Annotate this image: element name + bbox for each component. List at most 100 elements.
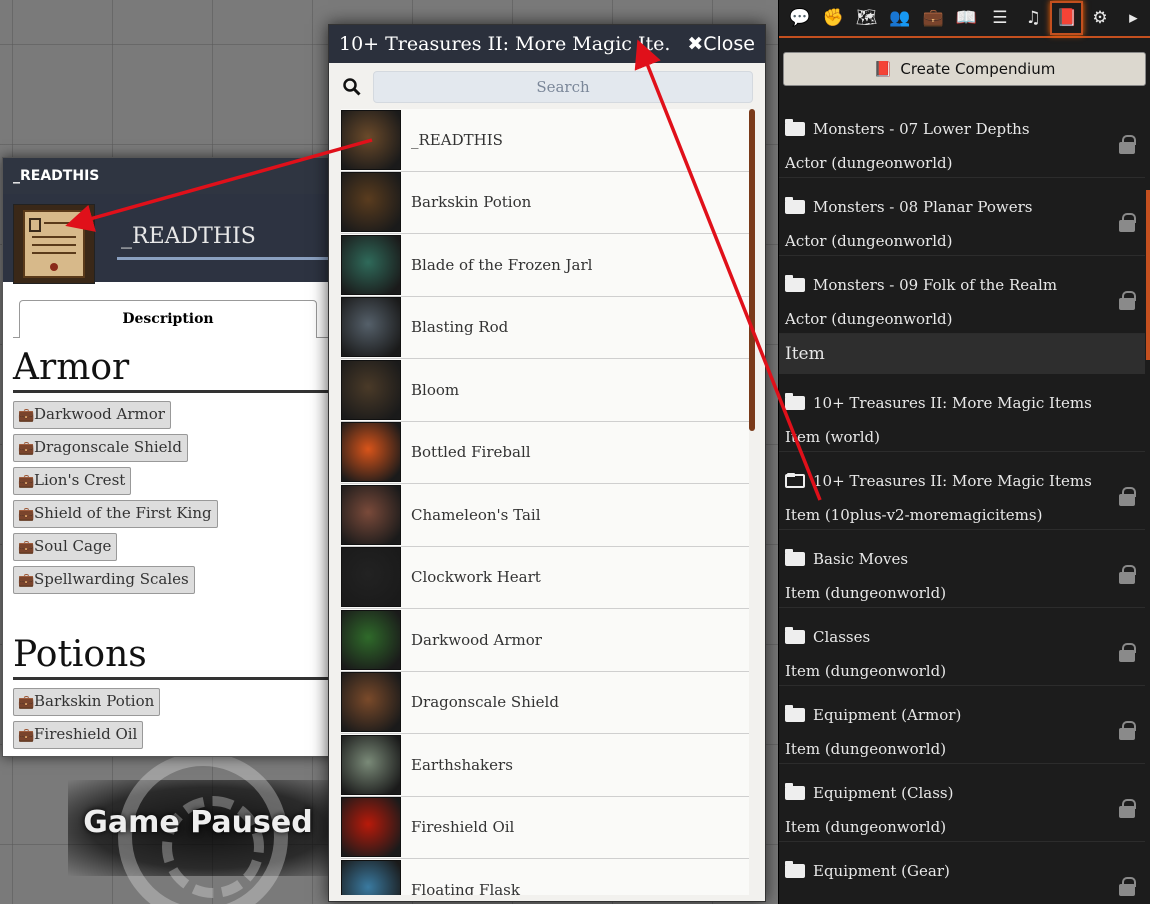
item-link-row: 💼Soul Cage bbox=[13, 531, 331, 564]
entry-thumbnail bbox=[341, 359, 401, 420]
compendium-pack-list: Monsters - 07 Lower Depths Actor (dungeon… bbox=[779, 100, 1145, 904]
suitcase-icon: 💼 bbox=[18, 695, 35, 710]
item-sheet-tabs: Description bbox=[13, 300, 331, 338]
scenes-tab[interactable]: 🗺 bbox=[850, 1, 883, 35]
compendium-entry[interactable]: Chameleon's Tail bbox=[341, 484, 749, 547]
entry-thumbnail bbox=[341, 109, 401, 170]
lock-icon[interactable] bbox=[1119, 721, 1136, 740]
actors-tab[interactable]: 👥 bbox=[883, 1, 916, 35]
suitcase-icon: 💼 bbox=[18, 408, 35, 423]
compendium-entry[interactable]: Darkwood Armor bbox=[341, 609, 749, 672]
compendium-pack[interactable]: Equipment (Gear) bbox=[779, 842, 1145, 904]
potion-item-list: 💼Barkskin Potion 💼Fireshield Oil bbox=[13, 686, 331, 752]
lock-icon[interactable] bbox=[1119, 291, 1136, 310]
journal-tab[interactable]: 📖 bbox=[950, 1, 983, 35]
item-image[interactable] bbox=[13, 204, 95, 284]
items-tab[interactable]: 💼 bbox=[916, 1, 949, 35]
compendium-book-icon: 📕 bbox=[873, 60, 893, 78]
pack-title-label: 10+ Treasures II: More Magic Items bbox=[813, 472, 1092, 490]
folder-icon bbox=[785, 627, 805, 644]
chat-tab[interactable]: 💬 bbox=[783, 1, 816, 35]
item-link-row: 💼Fireshield Oil bbox=[13, 719, 331, 752]
collapse-tab[interactable]: ▸ bbox=[1117, 1, 1150, 35]
item-name-input[interactable]: _READTHIS bbox=[117, 224, 341, 260]
compendium-pack[interactable]: Equipment (Class) Item (dungeonworld) bbox=[779, 764, 1145, 842]
folder-icon bbox=[785, 549, 805, 566]
create-compendium-button[interactable]: 📕 Create Compendium bbox=[783, 52, 1146, 86]
compendium-entry[interactable]: Bloom bbox=[341, 359, 749, 422]
compendium-entry[interactable]: _READTHIS bbox=[341, 109, 749, 172]
compendium-pack[interactable]: Monsters - 09 Folk of the Realm Actor (du… bbox=[779, 256, 1145, 334]
playlists-tab[interactable]: ♫ bbox=[1017, 1, 1050, 35]
tab-description[interactable]: Description bbox=[19, 300, 317, 338]
sidebar-tabs: 💬 ✊ 🗺 👥 💼 📖 ☰ ♫ 📕 ⚙ ▸ bbox=[779, 0, 1150, 38]
pack-subtitle: Item (world) bbox=[785, 428, 880, 446]
search-input[interactable]: Search bbox=[373, 71, 753, 103]
compendium-entry[interactable]: Blade of the Frozen Jarl bbox=[341, 234, 749, 297]
item-sheet-banner: _READTHIS bbox=[3, 194, 341, 284]
compendium-header[interactable]: 10+ Treasures II: More Magic Ite... ✖Clo… bbox=[329, 25, 765, 63]
combat-tab[interactable]: ✊ bbox=[816, 1, 849, 35]
pack-subtitle: Item (dungeonworld) bbox=[785, 740, 947, 758]
compendium-entry[interactable]: Earthshakers bbox=[341, 734, 749, 797]
entry-name: Fireshield Oil bbox=[411, 818, 515, 837]
item-link[interactable]: 💼Lion's Crest bbox=[13, 467, 132, 495]
compendium-pack[interactable]: Monsters - 07 Lower Depths Actor (dungeon… bbox=[779, 100, 1145, 178]
lock-icon[interactable] bbox=[1119, 565, 1136, 584]
item-sheet-header[interactable]: _READTHIS bbox=[3, 158, 341, 194]
item-link[interactable]: 💼Dragonscale Shield bbox=[13, 434, 188, 462]
item-link-label: Lion's Crest bbox=[34, 471, 126, 489]
item-link-label: Darkwood Armor bbox=[34, 405, 165, 423]
item-link-label: Shield of the First King bbox=[34, 504, 212, 522]
item-link[interactable]: 💼Spellwarding Scales bbox=[13, 566, 195, 594]
compendium-entry[interactable]: Bottled Fireball bbox=[341, 421, 749, 484]
compendium-tab[interactable]: 📕 bbox=[1049, 1, 1084, 35]
pack-title: Classes bbox=[785, 627, 870, 646]
lock-icon[interactable] bbox=[1119, 799, 1136, 818]
compendium-title: 10+ Treasures II: More Magic Ite... bbox=[339, 33, 669, 55]
compendium-pack[interactable]: Equipment (Armor) Item (dungeonworld) bbox=[779, 686, 1145, 764]
compendium-entry[interactable]: Barkskin Potion bbox=[341, 171, 749, 234]
folder-icon bbox=[785, 275, 805, 292]
pack-title: 10+ Treasures II: More Magic Items bbox=[785, 472, 1092, 490]
item-link-row: 💼Shield of the First King bbox=[13, 498, 331, 531]
settings-tab[interactable]: ⚙ bbox=[1083, 1, 1116, 35]
folder-icon bbox=[785, 783, 805, 800]
item-link[interactable]: 💼Shield of the First King bbox=[13, 500, 218, 528]
entry-name: Blasting Rod bbox=[411, 318, 509, 337]
compendium-pack[interactable]: 10+ Treasures II: More Magic Items Item (… bbox=[779, 452, 1145, 530]
lock-icon[interactable] bbox=[1119, 135, 1136, 154]
search-placeholder: Search bbox=[536, 78, 590, 96]
lock-icon[interactable] bbox=[1119, 213, 1136, 232]
item-sheet-window: _READTHIS _READTHIS Description Armor 💼D… bbox=[2, 157, 342, 757]
entry-name: Blade of the Frozen Jarl bbox=[411, 255, 593, 274]
close-button[interactable]: ✖Close bbox=[687, 33, 755, 55]
sidebar-scrollbar[interactable] bbox=[1146, 190, 1150, 360]
compendium-entry[interactable]: Floating Flask bbox=[341, 859, 749, 895]
compendium-pack[interactable]: Basic Moves Item (dungeonworld) bbox=[779, 530, 1145, 608]
lock-icon[interactable] bbox=[1119, 877, 1136, 896]
compendium-entry[interactable]: Dragonscale Shield bbox=[341, 671, 749, 734]
pack-title-label: Monsters - 07 Lower Depths bbox=[813, 120, 1030, 138]
item-link[interactable]: 💼Barkskin Potion bbox=[13, 688, 161, 716]
tables-tab[interactable]: ☰ bbox=[983, 1, 1016, 35]
compendium-pack[interactable]: Classes Item (dungeonworld) bbox=[779, 608, 1145, 686]
item-link[interactable]: 💼Soul Cage bbox=[13, 533, 118, 561]
item-link[interactable]: 💼Fireshield Oil bbox=[13, 721, 144, 749]
pack-title-label: Monsters - 08 Planar Powers bbox=[813, 198, 1033, 216]
lock-icon[interactable] bbox=[1119, 643, 1136, 662]
compendium-pack[interactable]: 10+ Treasures II: More Magic Items Item (… bbox=[779, 374, 1145, 452]
item-link[interactable]: 💼Darkwood Armor bbox=[13, 401, 171, 429]
lock-icon[interactable] bbox=[1119, 487, 1136, 506]
compendium-entry[interactable]: Fireshield Oil bbox=[341, 796, 749, 859]
compendium-scrollbar[interactable] bbox=[749, 109, 755, 431]
game-paused-label: Game Paused bbox=[83, 805, 313, 840]
item-link-row: 💼Spellwarding Scales bbox=[13, 564, 331, 597]
compendium-entry[interactable]: Blasting Rod bbox=[341, 296, 749, 359]
item-link-row: 💼Lion's Crest bbox=[13, 465, 331, 498]
pack-subtitle: Actor (dungeonworld) bbox=[785, 310, 953, 328]
compendium-window: 10+ Treasures II: More Magic Ite... ✖Clo… bbox=[328, 24, 766, 902]
compendium-pack[interactable]: Monsters - 08 Planar Powers Actor (dungeo… bbox=[779, 178, 1145, 256]
compendium-entry[interactable]: Clockwork Heart bbox=[341, 546, 749, 609]
armor-item-list: 💼Darkwood Armor 💼Dragonscale Shield 💼Lion'… bbox=[13, 399, 331, 597]
